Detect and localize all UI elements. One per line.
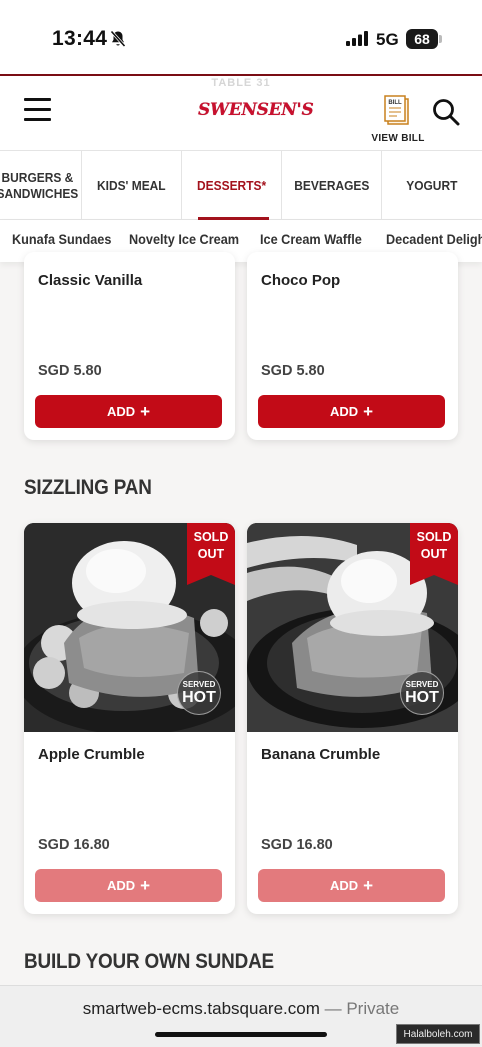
home-indicator[interactable] [155,1032,327,1037]
product-name: Choco Pop [261,272,341,289]
product-card[interactable]: Classic Vanilla SGD 5.80 ADD + [24,252,235,440]
status-bar: 13:44 5G 68 [0,0,482,74]
app-header: TABLE 31 SWENSEN'S BILL VIEW BILL [0,76,482,150]
category-tabs: BURGERS & SANDWICHES KIDS' MEAL DESSERTS… [0,150,482,220]
bell-slash-icon [110,30,126,53]
product-price: SGD 16.80 [261,837,333,853]
product-card[interactable]: SOLD OUT SERVED HOT Apple Crumble SGD 16.8… [24,523,235,914]
signal-icon [346,31,370,51]
battery-cap [439,35,442,43]
watermark: Halalboleh.com [396,1024,480,1044]
network-type: 5G [376,30,399,49]
add-button-disabled[interactable]: ADD + [35,869,222,902]
tab-burgers-sandwiches[interactable]: BURGERS & SANDWICHES [0,151,82,220]
bill-icon: BILL [384,95,409,125]
tab-kids-meal[interactable]: KIDS' MEAL [82,151,182,220]
view-bill-label: VIEW BILL [371,133,425,144]
tab-desserts[interactable]: DESSERTS* [182,151,282,220]
plus-icon: + [140,402,151,421]
section-title-sizzling-pan: SIZZLING PAN [24,476,152,499]
battery-icon: 68 [406,29,438,49]
product-price: SGD 5.80 [38,363,102,379]
table-number: TABLE 31 [211,77,271,89]
search-icon[interactable] [432,98,460,131]
add-button[interactable]: ADD + [258,395,445,428]
product-card[interactable]: Choco Pop SGD 5.80 ADD + [247,252,458,440]
served-hot-badge: SERVED HOT [177,671,221,715]
subcat-ice-cream-waffle[interactable]: Ice Cream Waffle [260,232,368,247]
subcat-novelty-ice-cream[interactable]: Novelty Ice Cream [129,232,246,247]
subcat-decadent-delight[interactable]: Decadent Delight [386,232,482,247]
plus-icon: + [363,402,374,421]
brand-logo[interactable]: SWENSEN'S [198,100,314,120]
sold-out-badge: SOLD OUT [410,523,458,585]
product-name: Classic Vanilla [38,272,143,289]
tab-yogurt[interactable]: YOGURT [382,151,482,220]
plus-icon: + [140,876,151,895]
product-card[interactable]: SOLD OUT SERVED HOT Banana Crumble SGD 16.… [247,523,458,914]
view-bill-button[interactable]: BILL VIEW BILL [370,94,426,144]
svg-text:BILL: BILL [388,100,402,106]
url-text[interactable]: smartweb-ecms.tabsquare.com — Private [0,999,482,1019]
add-button[interactable]: ADD + [35,395,222,428]
section-title-build-your-own-sundae: BUILD YOUR OWN SUNDAE [24,950,274,973]
product-name: Apple Crumble [38,746,145,763]
subcat-kunafa-sundaes[interactable]: Kunafa Sundaes [12,232,118,247]
menu-icon[interactable] [24,98,52,126]
sold-out-badge: SOLD OUT [187,523,235,585]
add-button-disabled[interactable]: ADD + [258,869,445,902]
product-name: Banana Crumble [261,746,381,763]
tab-beverages[interactable]: BEVERAGES [282,151,382,220]
plus-icon: + [363,876,374,895]
status-time: 13:44 [52,27,108,50]
served-hot-badge: SERVED HOT [400,671,444,715]
product-price: SGD 16.80 [38,837,110,853]
product-price: SGD 5.80 [261,363,325,379]
